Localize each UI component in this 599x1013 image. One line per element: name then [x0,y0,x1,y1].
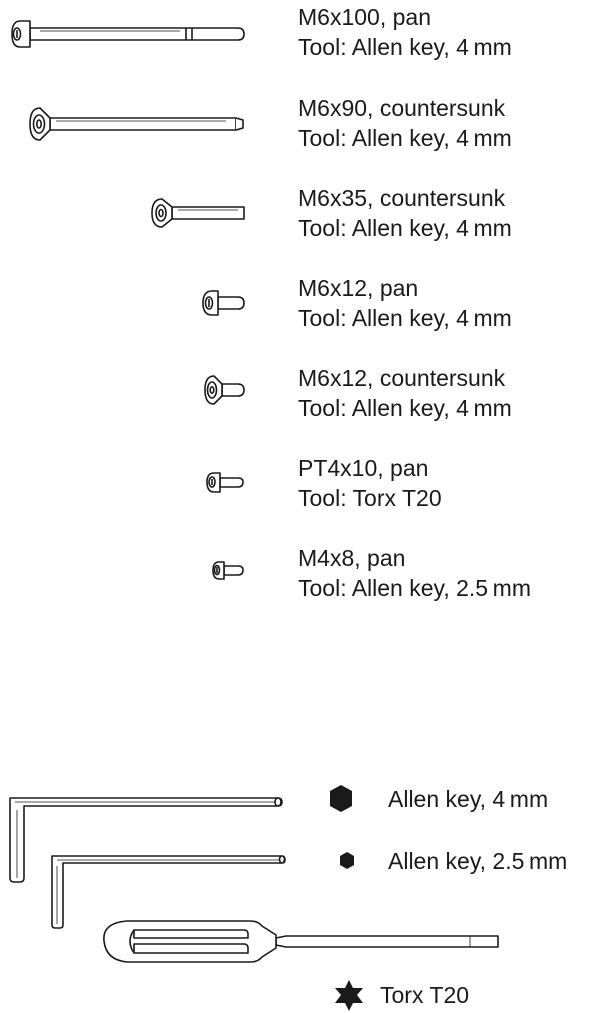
screw-label-m6x90: M6x90, countersunk Tool: Allen key, 4 mm [298,93,512,153]
screw-m6x12-pan-illustration [202,290,245,316]
screw-label-pt4x10: PT4x10, pan Tool: Torx T20 [298,453,442,513]
screw-tool: Tool: Allen key, 4 mm [298,395,512,421]
screw-tool: Tool: Allen key, 4 mm [298,215,512,241]
screw-spec: M4x8, pan [298,545,406,571]
screw-spec: M6x12, pan [298,275,419,301]
tool-label-allen-2-5mm: Allen key, 2.5 mm [388,848,568,874]
screw-pt4x10-illustration [206,472,244,493]
screw-m6x90-illustration [29,107,244,141]
tool-label-allen-4mm: Allen key, 4 mm [388,786,549,812]
screw-m6x100-illustration [11,20,245,48]
screw-spec: M6x12, countersunk [298,365,506,391]
screw-label-m6x100: M6x100, pan Tool: Allen key, 4 mm [298,2,512,62]
screw-label-m6x35: M6x35, countersunk Tool: Allen key, 4 mm [298,183,512,243]
screw-tool: Tool: Allen key, 2.5 mm [298,575,531,601]
large-hexagon-icon [330,785,352,812]
screw-spec: M6x35, countersunk [298,185,506,211]
allen-key-4mm-illustration [9,797,283,883]
screw-tool: Tool: Allen key, 4 mm [298,34,512,60]
screw-label-m6x12-pan: M6x12, pan Tool: Allen key, 4 mm [298,273,512,333]
screw-label-m6x12-countersunk: M6x12, countersunk Tool: Allen key, 4 mm [298,363,512,423]
screw-spec: M6x90, countersunk [298,95,506,121]
small-hexagon-icon [340,852,354,869]
torx-star-icon [335,980,363,1011]
screw-m6x12-countersunk-illustration [204,375,245,405]
torx-screwdriver-illustration [103,920,499,963]
screw-m6x35-illustration [151,198,245,228]
screw-tool: Tool: Allen key, 4 mm [298,305,512,331]
screw-spec: M6x100, pan [298,4,431,30]
screw-label-m4x8: M4x8, pan Tool: Allen key, 2.5 mm [298,543,531,603]
screw-spec: PT4x10, pan [298,455,429,481]
screw-tool: Tool: Allen key, 4 mm [298,125,512,151]
screw-tool: Tool: Torx T20 [298,485,442,511]
allen-key-2-5mm-illustration [51,855,286,929]
tool-label-torx-t20: Torx T20 [380,982,470,1008]
screw-m4x8-illustration [212,561,244,580]
